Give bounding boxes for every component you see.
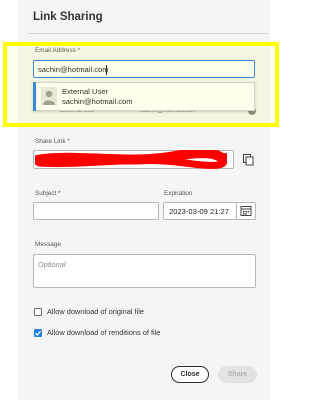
expiration-value: 2023-03-09 21:27 (169, 207, 229, 216)
subject-input[interactable] (33, 202, 159, 220)
title-divider (28, 33, 268, 34)
allow-original-checkbox[interactable] (34, 308, 42, 316)
message-textarea[interactable]: Optional (33, 254, 256, 288)
dialog-title: Link Sharing (33, 11, 103, 23)
checkmark-icon (35, 330, 42, 336)
message-label: Message (35, 241, 61, 248)
message-placeholder: Optional (38, 260, 66, 269)
share-link-label: Share Link * (35, 138, 70, 145)
copy-icon (243, 154, 254, 166)
copy-link-button[interactable] (239, 150, 255, 169)
calendar-icon (240, 206, 252, 216)
allow-renditions-checkbox[interactable] (34, 329, 42, 337)
calendar-button[interactable] (237, 203, 255, 219)
expiration-label: Expiration (164, 190, 193, 197)
share-button[interactable]: Share (218, 366, 257, 383)
highlight-frame (3, 42, 279, 127)
allow-renditions-label: Allow download of renditions of file (47, 328, 161, 337)
allow-original-label: Allow download of original file (47, 307, 144, 316)
subject-label: Subject * (35, 190, 61, 197)
redaction-scribble (35, 150, 227, 169)
close-button[interactable]: Close (171, 366, 209, 383)
